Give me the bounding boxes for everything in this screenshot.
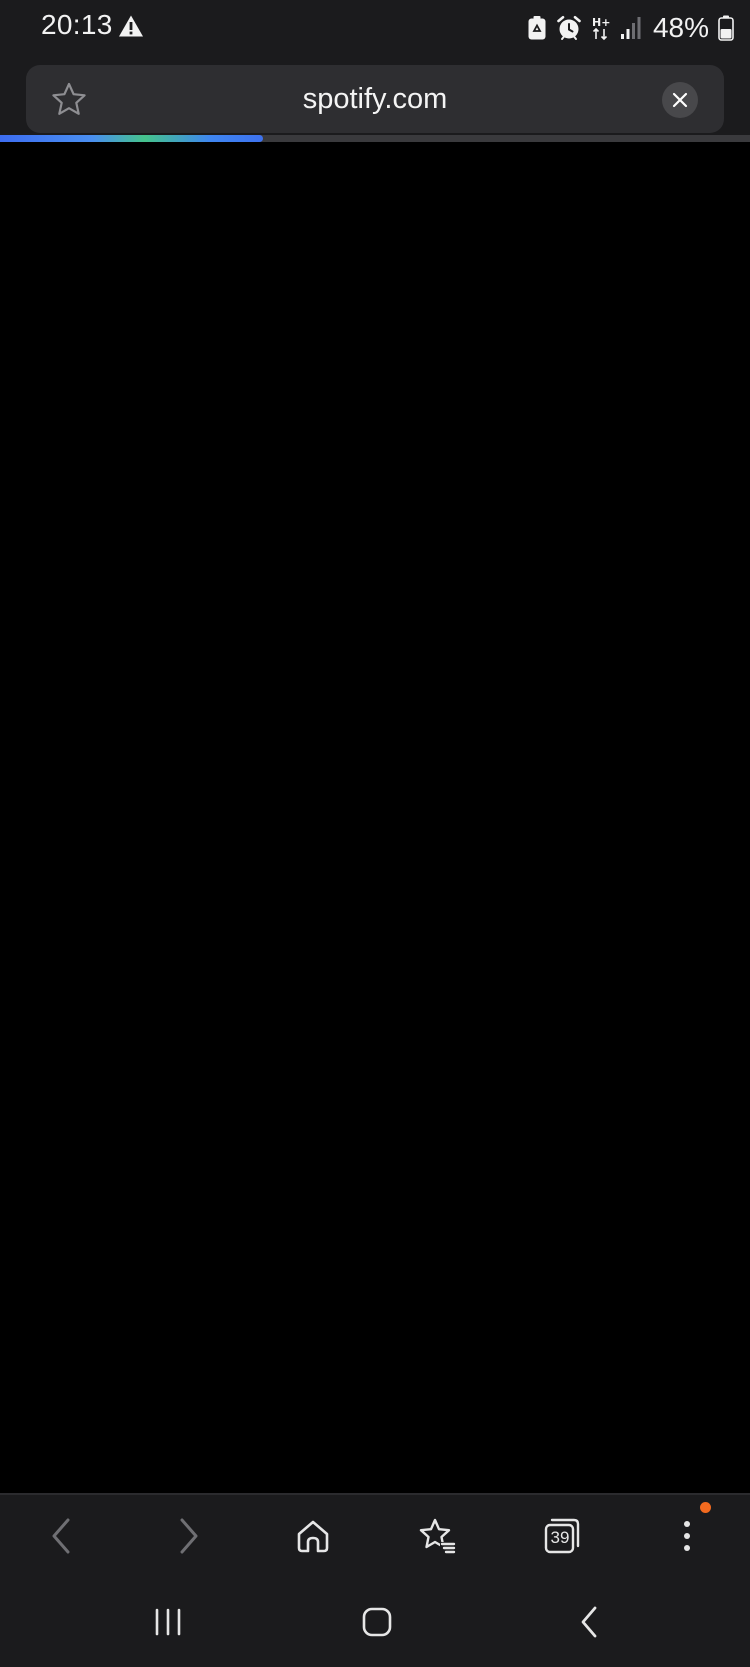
battery-icon	[718, 15, 734, 41]
recent-apps-button[interactable]	[144, 1599, 192, 1645]
recycle-icon	[528, 16, 546, 40]
bookmark-star-icon[interactable]	[50, 81, 88, 119]
stop-loading-button[interactable]	[662, 82, 698, 118]
bookmarks-icon	[419, 1518, 456, 1554]
back-icon	[581, 1606, 597, 1638]
tabs-button[interactable]: 39	[538, 1512, 586, 1560]
status-icons: H+ 48%	[527, 8, 734, 48]
browser-top-bar: spotify.com	[0, 56, 750, 136]
home-icon	[362, 1607, 392, 1637]
url-text[interactable]: spotify.com	[106, 65, 644, 133]
close-icon	[672, 92, 688, 108]
home-button[interactable]	[289, 1512, 337, 1560]
bookmarks-button[interactable]	[414, 1512, 462, 1560]
more-options-button[interactable]	[663, 1502, 711, 1560]
back-button[interactable]	[37, 1512, 85, 1560]
notification-badge	[700, 1502, 711, 1513]
back-icon	[52, 1518, 70, 1554]
page-load-progress	[0, 135, 750, 142]
forward-button[interactable]	[165, 1512, 213, 1560]
signal-icon	[620, 17, 641, 39]
system-back-button[interactable]	[565, 1599, 613, 1645]
address-bar[interactable]: spotify.com	[26, 65, 724, 133]
status-bar: 20:13 H+ 48%	[0, 0, 750, 56]
progress-fill	[0, 135, 263, 142]
more-options-icon	[684, 1521, 690, 1551]
battery-percent: 48%	[652, 12, 709, 43]
browser-bottom-toolbar: 39	[0, 1493, 750, 1577]
warning-icon	[119, 15, 143, 37]
system-navigation-bar	[0, 1577, 750, 1667]
forward-icon	[180, 1518, 198, 1554]
home-icon	[297, 1520, 329, 1553]
web-content-area[interactable]	[0, 142, 750, 1493]
status-time: 20:13	[41, 9, 113, 40]
svg-text:H+: H+	[592, 16, 610, 29]
tab-count: 39	[550, 1527, 570, 1547]
system-home-button[interactable]	[353, 1599, 401, 1645]
network-hplus-icon: H+	[592, 16, 610, 41]
recent-apps-icon	[155, 1608, 181, 1636]
alarm-icon	[557, 15, 581, 40]
